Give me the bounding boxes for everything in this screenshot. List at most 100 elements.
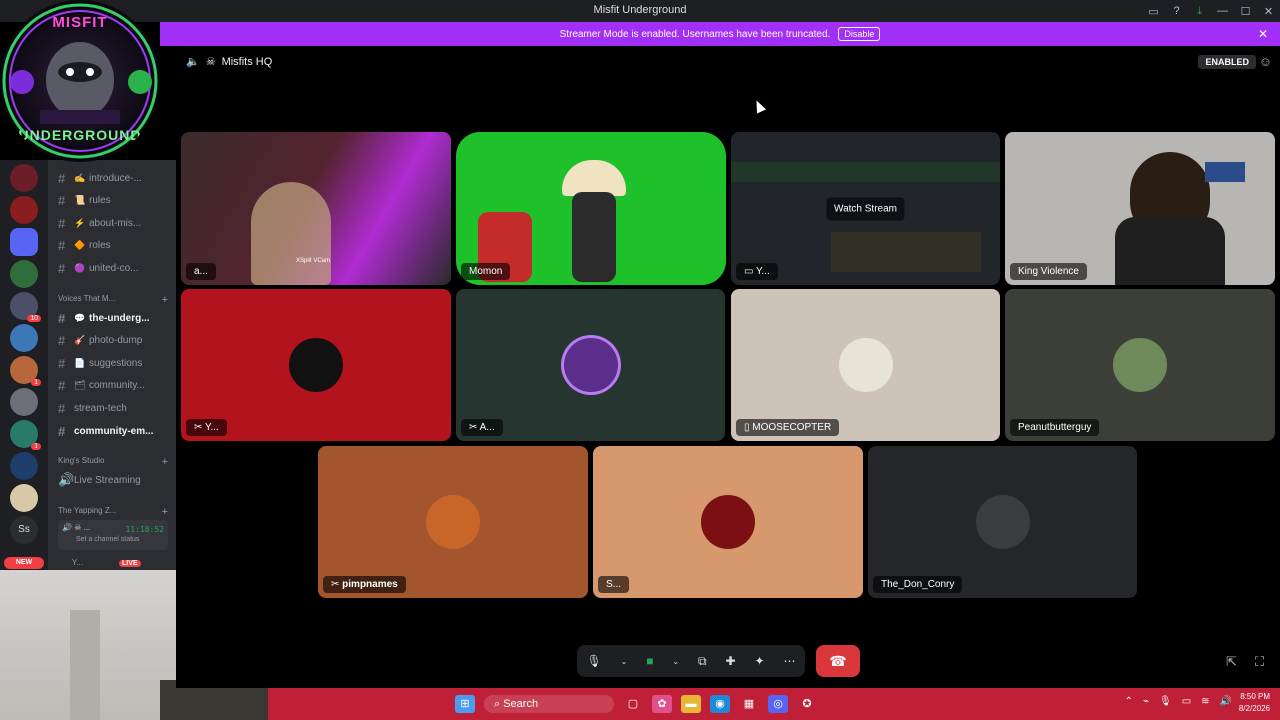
channel-item[interactable]: # 📜 rules (58, 191, 111, 209)
volume-icon[interactable]: 🔊 (1220, 696, 1232, 707)
server-icon[interactable] (10, 484, 38, 512)
live-user[interactable]: Y... LIVE (72, 558, 141, 567)
category-header[interactable]: The Yapping Z... + (58, 506, 168, 518)
participant-tile[interactable]: ✂ Y... (181, 289, 451, 441)
channel-item[interactable]: # 🎸 photo-dump (58, 331, 142, 349)
participant-tile[interactable]: Watch Stream ▭ Y... (731, 132, 1000, 285)
wifi-icon[interactable]: ≋ (1201, 696, 1209, 707)
disable-button[interactable]: Disable (838, 27, 881, 41)
add-channel-icon[interactable]: + (162, 294, 168, 306)
help-icon[interactable]: ? (1165, 5, 1188, 17)
fullscreen-icon[interactable]: ⛶ (1255, 654, 1264, 670)
participant-tile[interactable]: ✂ pimpnames (318, 446, 588, 598)
call-controls: 🎙 ⌄ ■ ⌄ ⧉ ✚ ✦ ⋯ (577, 645, 805, 677)
voice-channel-item[interactable]: 🔊 Live Streaming (58, 471, 141, 489)
server-icon[interactable] (10, 388, 38, 416)
server-icon[interactable] (10, 260, 38, 288)
channel-item[interactable]: # 🟣 united-co... (58, 259, 138, 277)
inbox-icon[interactable]: ▭ (1142, 5, 1165, 18)
participant-tile[interactable]: ✂ A... (456, 289, 725, 441)
maximize-button[interactable]: ☐ (1234, 5, 1257, 18)
taskbar-clock[interactable]: 8:50 PM 8/2/2026 (1239, 691, 1270, 715)
server-icon[interactable] (10, 452, 38, 480)
mic-muted-icon: ✂ (194, 422, 205, 433)
voice-timer: 11:18:52 (125, 525, 164, 534)
people-icon[interactable]: ☺ (1259, 54, 1272, 69)
taskview-icon[interactable]: ▢ (623, 695, 643, 713)
hash-icon: # (58, 215, 66, 231)
category-header[interactable]: Voices That M... + (58, 294, 168, 306)
channel-item[interactable]: # community-em... (58, 422, 153, 440)
participant-tile[interactable]: Momon (456, 132, 726, 285)
xsplit-label: XSplit VCam (296, 258, 331, 264)
camera-icon[interactable]: ■ (646, 654, 653, 668)
store-icon[interactable]: ▦ (739, 695, 759, 713)
voice-channel-name: ... (83, 523, 91, 532)
participant-name: Momon (461, 263, 511, 280)
hash-icon: # (58, 332, 66, 348)
discord-icon[interactable]: ◎ (768, 695, 788, 713)
taskbar-search[interactable]: ⌕ Search (484, 695, 614, 713)
participant-tile[interactable]: Peanutbutterguy (1005, 289, 1275, 441)
server-icon[interactable] (10, 196, 38, 224)
participant-tile[interactable]: ▯ MOOSECOPTER (731, 289, 1000, 441)
enabled-indicator[interactable]: ENABLED (1198, 55, 1256, 69)
participant-tile[interactable]: S... (593, 446, 863, 598)
mic-icon[interactable]: 🎙 (586, 654, 601, 668)
explorer-icon[interactable]: ▬ (681, 695, 701, 713)
chevron-up-icon[interactable]: ⌃ (1125, 696, 1133, 707)
banner-text: Streamer Mode is enabled. Usernames have… (559, 28, 831, 40)
hangup-icon: ☎ (829, 653, 847, 669)
call-header: 🔈 ☠ Misfits HQ (186, 55, 272, 69)
watch-stream-button[interactable]: Watch Stream (826, 197, 905, 220)
close-banner-icon[interactable]: ✕ (1258, 27, 1268, 41)
display-icon[interactable]: ▭ (1182, 696, 1191, 707)
chevron-down-icon[interactable]: ⌄ (672, 657, 679, 666)
mic-muted-icon: ✂ (469, 422, 480, 433)
voice-status-card[interactable]: 🔊 ☠ ... 11:18:52 Set a channel status (58, 520, 168, 550)
server-icon[interactable]: 1 (10, 420, 41, 450)
avatar (289, 338, 343, 392)
participant-tile[interactable]: King Violence (1005, 132, 1275, 285)
add-channel-icon[interactable]: + (162, 506, 168, 518)
channel-status-hint[interactable]: Set a channel status (62, 536, 164, 543)
screenshare-icon[interactable]: ⧉ (698, 654, 707, 669)
category-header[interactable]: King's Studio + (58, 456, 168, 468)
network-icon[interactable]: ⌁ (1143, 696, 1149, 707)
copilot-icon[interactable]: ✿ (652, 695, 672, 713)
participant-tile[interactable]: The_Don_Conry (868, 446, 1137, 598)
channel-item[interactable]: # 🔶 roles (58, 236, 111, 254)
popout-icon[interactable]: ⇱ (1226, 654, 1237, 670)
server-icon[interactable]: Ss (10, 516, 38, 544)
hangup-button[interactable]: ☎ (816, 645, 860, 677)
server-icon[interactable] (10, 164, 38, 192)
participant-name: S... (598, 576, 630, 593)
chevron-down-icon[interactable]: ⌄ (621, 657, 628, 666)
soundboard-icon[interactable]: ✦ (755, 654, 765, 668)
close-window-button[interactable]: ✕ (1257, 5, 1280, 18)
server-icon[interactable] (10, 228, 38, 256)
add-channel-icon[interactable]: + (162, 456, 168, 468)
server-icon[interactable] (10, 324, 38, 352)
channel-item[interactable]: # ✍ introduce-... (58, 169, 142, 187)
minimize-button[interactable]: — (1211, 5, 1234, 17)
server-icon[interactable]: 10 (10, 292, 41, 322)
channel-item[interactable]: # 🗂 community... (58, 376, 145, 394)
hash-icon: # (58, 355, 66, 371)
mic-tray-icon[interactable]: 🎙 (1159, 696, 1172, 707)
more-icon[interactable]: ⋯ (784, 654, 796, 668)
channel-item[interactable]: # stream-tech (58, 399, 127, 417)
edge-icon[interactable]: ◉ (710, 695, 730, 713)
system-tray: ⌃ ⌁ 🎙 ▭ ≋ 🔊 (1125, 696, 1232, 707)
server-icon[interactable]: 1 (10, 356, 41, 386)
hash-icon: # (58, 310, 66, 326)
activities-icon[interactable]: ✚ (726, 654, 736, 668)
live-badge: LIVE (118, 560, 141, 567)
start-icon[interactable]: ⊞ (455, 695, 475, 713)
participant-tile[interactable]: XSplit VCam a... (181, 132, 451, 285)
channel-item[interactable]: # ⚡ about-mis... (58, 214, 141, 232)
channel-item[interactable]: # 💬 the-underg... (58, 309, 150, 327)
channel-item[interactable]: # 📄 suggestions (58, 354, 142, 372)
download-icon[interactable]: ⤓ (1188, 5, 1211, 18)
app-icon[interactable]: ✪ (797, 695, 817, 713)
